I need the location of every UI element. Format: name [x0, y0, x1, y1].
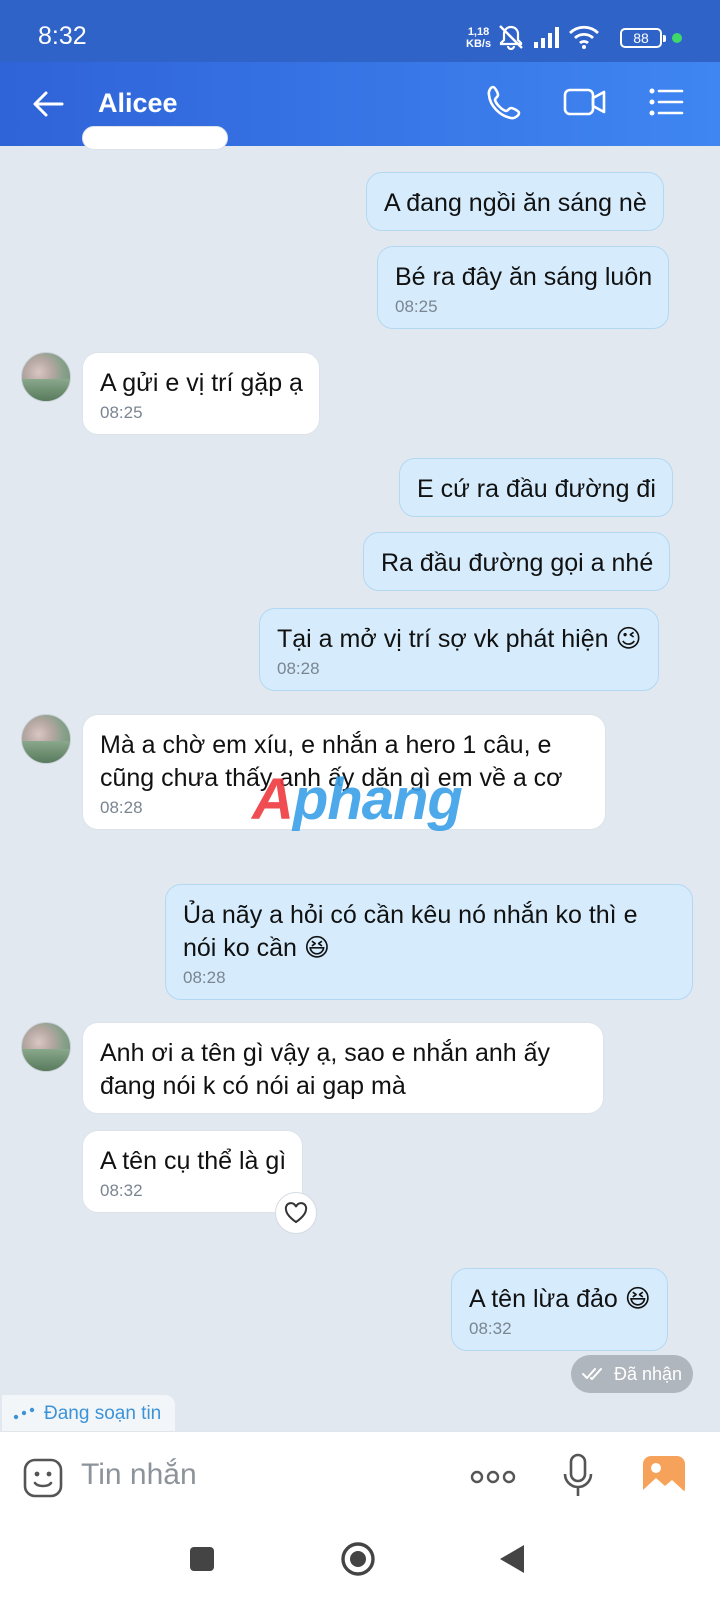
message-bubble-outgoing[interactable]: Bé ra đây ăn sáng luôn 08:25 [377, 246, 670, 329]
message-time: 08:32 [100, 1181, 143, 1200]
message-bubble-outgoing[interactable]: Ra đầu đường gọi a nhé [363, 532, 671, 591]
avatar[interactable] [21, 352, 71, 402]
status-time: 8:32 [38, 22, 87, 50]
signal-icon [534, 27, 559, 48]
typing-dots-icon [13, 1407, 35, 1420]
menu-list-icon[interactable] [646, 82, 686, 122]
read-receipt-text: Đã nhận [613, 1363, 683, 1384]
message-time: 08:32 [469, 1319, 512, 1338]
phone-call-icon[interactable] [484, 82, 524, 122]
message-text: A tên lừa đảo 😆 [469, 1285, 651, 1313]
read-receipt-badge: Đã nhận [571, 1355, 693, 1393]
message-text: A tên cụ thể là gì [100, 1147, 287, 1175]
sticker-icon[interactable] [22, 1457, 64, 1499]
message-bubble-partial[interactable] [82, 126, 228, 150]
battery-icon: 88 [620, 28, 666, 48]
message-bubble-incoming[interactable]: A gửi e vị trí gặp ạ 08:25 [82, 352, 320, 435]
message-list[interactable]: A đang ngồi ăn sáng nè Bé ra đây ăn sáng… [0, 126, 720, 1431]
message-time: 08:28 [277, 659, 320, 678]
message-bubble-outgoing[interactable]: A tên lừa đảo 😆 08:32 [451, 1268, 668, 1351]
mute-icon [499, 25, 523, 50]
heart-icon [284, 1202, 308, 1224]
network-speed-unit: KB/s [466, 38, 492, 50]
network-speed: 1,18 KB/s [466, 26, 491, 50]
message-bubble-incoming[interactable]: Anh ơi a tên gì vậy ạ, sao e nhắn anh ấy… [82, 1022, 604, 1114]
message-text: Tại a mở vị trí sợ vk phát hiện 😉 [277, 625, 642, 653]
typing-indicator: Đang soạn tin [2, 1395, 176, 1433]
message-time: 08:25 [395, 297, 438, 316]
status-bar: 8:32 1,18 KB/s 88 [0, 0, 720, 62]
home-icon[interactable] [340, 1541, 376, 1577]
image-gallery-icon[interactable] [641, 1454, 687, 1498]
typing-text: Đang soạn tin [44, 1403, 162, 1424]
message-text: A gửi e vị trí gặp ạ [100, 369, 303, 397]
message-text: Ủa nãy a hỏi có cần kêu nó nhắn ko thì e… [183, 901, 638, 962]
message-bubble-incoming[interactable]: A tên cụ thể là gì 08:32 [82, 1130, 304, 1213]
watermark-logo: Aphang [252, 766, 463, 833]
recent-apps-icon[interactable] [188, 1545, 216, 1573]
avatar[interactable] [21, 714, 71, 764]
message-time: 08:25 [100, 403, 143, 422]
privacy-dot [672, 33, 682, 43]
message-bubble-outgoing[interactable]: Tại a mở vị trí sợ vk phát hiện 😉 08:28 [259, 608, 659, 691]
reaction-heart-button[interactable] [275, 1192, 317, 1234]
contact-name[interactable]: Alicee [98, 88, 178, 119]
watermark-part1: A [252, 767, 294, 832]
double-check-icon [581, 1368, 602, 1380]
message-text: E cứ ra đầu đường đi [417, 475, 656, 503]
message-text: Bé ra đây ăn sáng luôn [395, 263, 653, 291]
message-bubble-outgoing[interactable]: E cứ ra đầu đường đi [399, 458, 673, 517]
avatar[interactable] [21, 1022, 71, 1072]
message-time: 08:28 [183, 968, 226, 987]
watermark-part2: phang [292, 767, 463, 832]
message-text: Anh ơi a tên gì vậy ạ, sao e nhắn anh ấy… [100, 1039, 551, 1100]
microphone-icon[interactable] [561, 1452, 595, 1500]
message-input[interactable]: Tin nhắn [81, 1458, 197, 1492]
back-icon[interactable] [498, 1543, 528, 1575]
message-text: Ra đầu đường gọi a nhé [381, 549, 654, 577]
message-bubble-outgoing[interactable]: Ủa nãy a hỏi có cần kêu nó nhắn ko thì e… [165, 884, 693, 1000]
message-bubble-outgoing[interactable]: A đang ngồi ăn sáng nè [366, 172, 664, 231]
more-dots-icon[interactable] [469, 1468, 517, 1486]
back-arrow-icon[interactable] [30, 86, 66, 122]
wifi-icon [569, 25, 599, 49]
message-text: A đang ngồi ăn sáng nè [384, 189, 647, 217]
video-call-icon[interactable] [562, 82, 608, 122]
network-speed-value: 1,18 [467, 26, 490, 38]
system-nav-bar [0, 1521, 720, 1600]
message-input-bar: Tin nhắn [0, 1431, 720, 1521]
